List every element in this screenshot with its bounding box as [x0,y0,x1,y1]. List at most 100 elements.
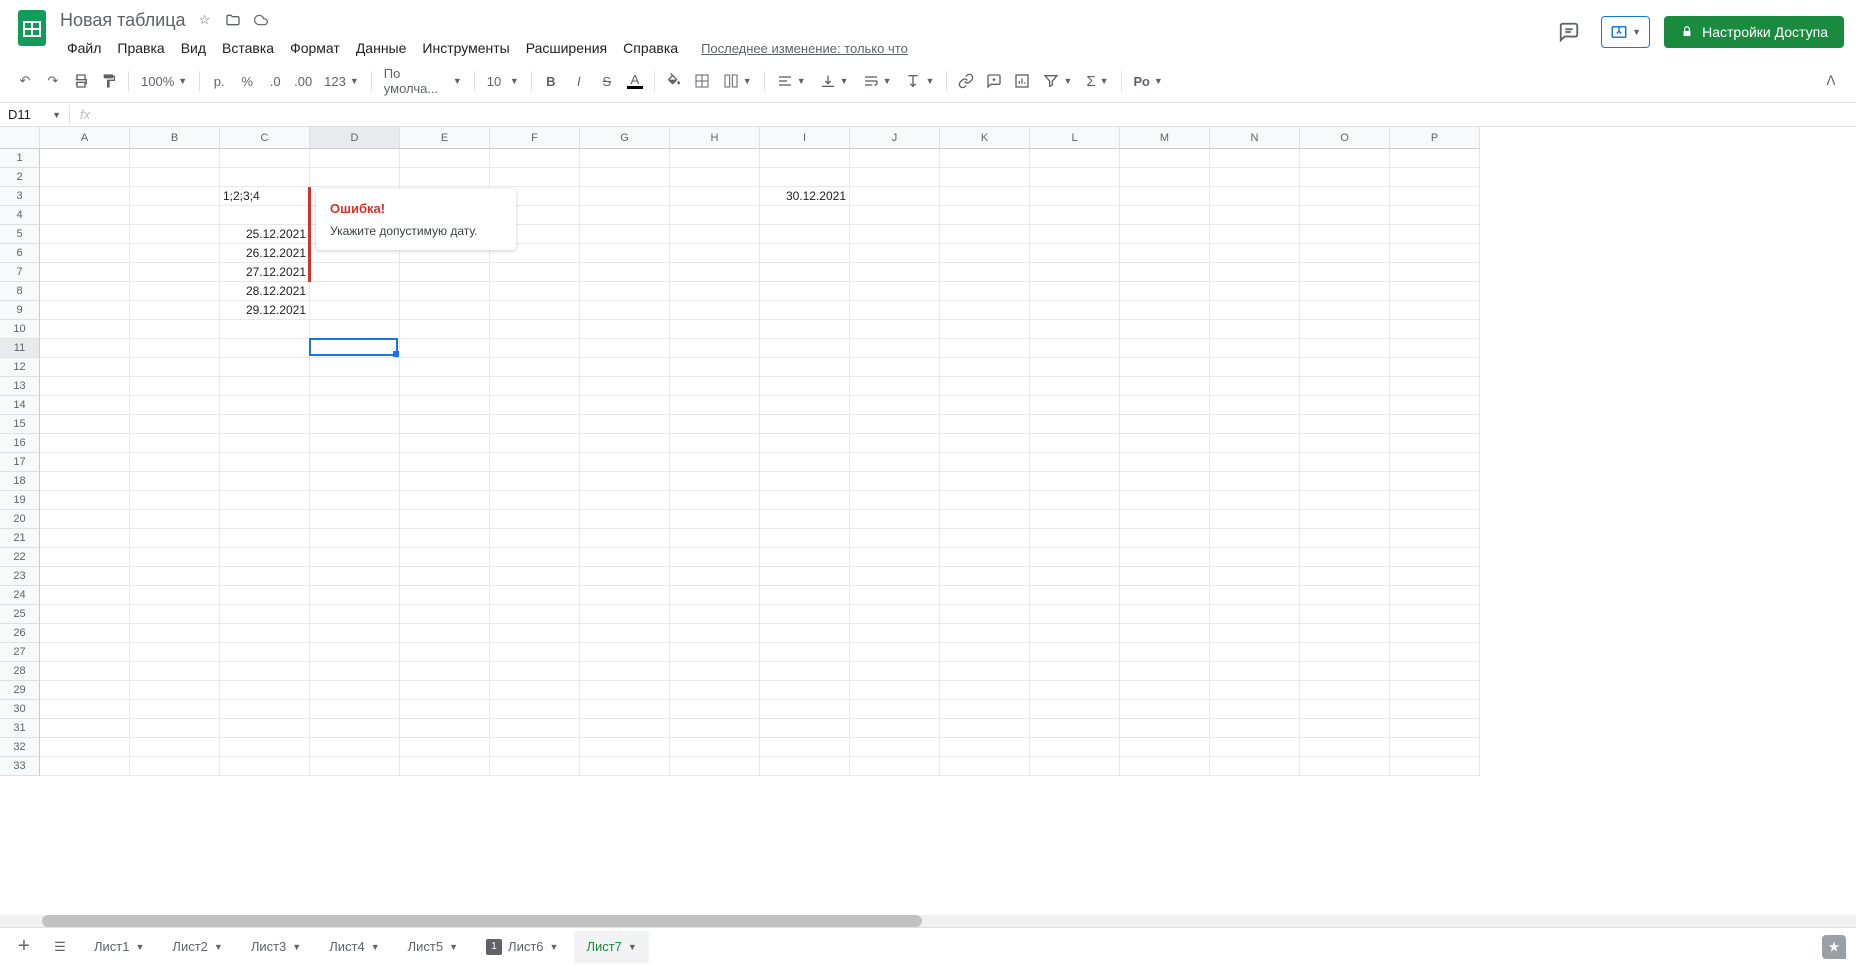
menu-инструменты[interactable]: Инструменты [415,36,516,60]
cell-I32[interactable] [760,738,850,757]
cell-O26[interactable] [1300,624,1390,643]
row-header-24[interactable]: 24 [0,586,40,605]
cell-O9[interactable] [1300,301,1390,320]
cell-A17[interactable] [40,453,130,472]
cell-C30[interactable] [220,700,310,719]
cell-K8[interactable] [940,282,1030,301]
cell-D20[interactable] [310,510,400,529]
cell-B26[interactable] [130,624,220,643]
cell-I1[interactable] [760,149,850,168]
cell-E21[interactable] [400,529,490,548]
text-wrap-dropdown[interactable]: ▼ [857,71,898,91]
cell-M6[interactable] [1120,244,1210,263]
row-header-5[interactable]: 5 [0,225,40,244]
cell-P25[interactable] [1390,605,1480,624]
cell-K24[interactable] [940,586,1030,605]
cell-H22[interactable] [670,548,760,567]
cell-D14[interactable] [310,396,400,415]
last-edit-link[interactable]: Последнее изменение: только что [701,41,908,56]
cell-P28[interactable] [1390,662,1480,681]
cell-C12[interactable] [220,358,310,377]
cell-M21[interactable] [1120,529,1210,548]
cell-L10[interactable] [1030,320,1120,339]
redo-icon[interactable]: ↷ [40,68,66,94]
cell-N24[interactable] [1210,586,1300,605]
row-header-30[interactable]: 30 [0,700,40,719]
cell-P29[interactable] [1390,681,1480,700]
cell-A25[interactable] [40,605,130,624]
cell-H2[interactable] [670,168,760,187]
share-button[interactable]: Настройки Доступа [1664,16,1844,48]
select-all-corner[interactable] [0,127,40,149]
cell-G26[interactable] [580,624,670,643]
cell-A3[interactable] [40,187,130,206]
col-header-B[interactable]: B [130,127,220,149]
cell-O23[interactable] [1300,567,1390,586]
cell-I12[interactable] [760,358,850,377]
cell-H25[interactable] [670,605,760,624]
cell-B10[interactable] [130,320,220,339]
cell-A9[interactable] [40,301,130,320]
row-header-8[interactable]: 8 [0,282,40,301]
cell-E13[interactable] [400,377,490,396]
cell-J23[interactable] [850,567,940,586]
cell-G15[interactable] [580,415,670,434]
cell-N6[interactable] [1210,244,1300,263]
cell-N12[interactable] [1210,358,1300,377]
cell-E17[interactable] [400,453,490,472]
cell-K5[interactable] [940,225,1030,244]
all-sheets-button[interactable]: ☰ [46,933,74,961]
tab-dropdown-icon[interactable]: ▼ [449,942,458,952]
cell-G17[interactable] [580,453,670,472]
cell-H21[interactable] [670,529,760,548]
more-formats-dropdown[interactable]: 123▼ [318,72,365,91]
cell-N21[interactable] [1210,529,1300,548]
cell-E2[interactable] [400,168,490,187]
cell-J8[interactable] [850,282,940,301]
cell-M18[interactable] [1120,472,1210,491]
cell-L27[interactable] [1030,643,1120,662]
cell-I2[interactable] [760,168,850,187]
col-header-M[interactable]: M [1120,127,1210,149]
cell-B21[interactable] [130,529,220,548]
row-header-29[interactable]: 29 [0,681,40,700]
cell-O6[interactable] [1300,244,1390,263]
document-title[interactable]: Новая таблица [60,10,186,31]
cell-I4[interactable] [760,206,850,225]
cell-D30[interactable] [310,700,400,719]
cell-B24[interactable] [130,586,220,605]
cell-B31[interactable] [130,719,220,738]
cell-N3[interactable] [1210,187,1300,206]
cloud-icon[interactable] [252,11,270,29]
cell-O14[interactable] [1300,396,1390,415]
cell-E12[interactable] [400,358,490,377]
cell-B7[interactable] [130,263,220,282]
cell-P21[interactable] [1390,529,1480,548]
col-header-I[interactable]: I [760,127,850,149]
menu-данные[interactable]: Данные [349,36,414,60]
cell-I15[interactable] [760,415,850,434]
cell-H17[interactable] [670,453,760,472]
cell-P4[interactable] [1390,206,1480,225]
cell-D29[interactable] [310,681,400,700]
cell-C22[interactable] [220,548,310,567]
cell-E16[interactable] [400,434,490,453]
cell-K17[interactable] [940,453,1030,472]
row-header-16[interactable]: 16 [0,434,40,453]
cell-G30[interactable] [580,700,670,719]
cell-I18[interactable] [760,472,850,491]
cell-P18[interactable] [1390,472,1480,491]
cell-L26[interactable] [1030,624,1120,643]
col-header-J[interactable]: J [850,127,940,149]
cell-I10[interactable] [760,320,850,339]
print-icon[interactable] [68,68,94,94]
cell-G4[interactable] [580,206,670,225]
cell-N8[interactable] [1210,282,1300,301]
cell-K30[interactable] [940,700,1030,719]
cell-A33[interactable] [40,757,130,776]
cell-M19[interactable] [1120,491,1210,510]
cell-B4[interactable] [130,206,220,225]
tab-dropdown-icon[interactable]: ▼ [214,942,223,952]
sheet-tab-2[interactable]: Лист2▼ [160,931,234,963]
cell-E22[interactable] [400,548,490,567]
